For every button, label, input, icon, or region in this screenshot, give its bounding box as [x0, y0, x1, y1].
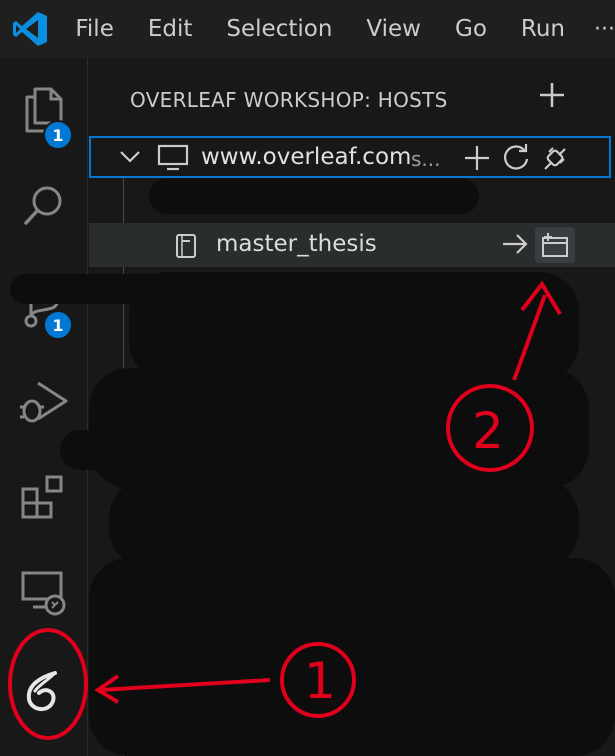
panel-title: OVERLEAF WORKSHOP: HOSTS — [130, 88, 448, 112]
overleaf-hosts-panel: OVERLEAF WORKSHOP: HOSTS www.overleaf.co… — [89, 58, 615, 756]
open-in-new-window-button[interactable] — [535, 227, 575, 263]
menu-run[interactable]: Run — [504, 0, 582, 58]
monitor-icon — [157, 144, 189, 171]
redaction-scribble — [89, 558, 615, 756]
add-host-plus-icon[interactable] — [537, 80, 567, 110]
project-row-selected[interactable]: master_thesis — [89, 223, 615, 267]
menu-view[interactable]: View — [349, 0, 438, 58]
menu-selection[interactable]: Selection — [209, 0, 349, 58]
explorer-button[interactable]: 1 — [0, 66, 88, 154]
redaction-scribble — [109, 478, 579, 568]
host-label: www.overleaf.com — [201, 144, 412, 170]
project-book-icon — [176, 234, 196, 258]
source-control-badge: 1 — [43, 310, 73, 340]
redaction-scribble — [10, 274, 190, 304]
explorer-badge: 1 — [43, 120, 73, 150]
new-window-icon — [542, 233, 568, 257]
menu-go[interactable]: Go — [438, 0, 504, 58]
redaction-scribble — [149, 178, 479, 214]
logout-plug-icon[interactable] — [539, 143, 571, 173]
overleaf-workshop-button[interactable] — [0, 648, 88, 736]
new-project-plus-icon[interactable] — [463, 144, 491, 172]
extensions-icon — [21, 475, 63, 519]
search-icon — [24, 186, 62, 225]
menu-more-icon[interactable]: ··· — [594, 17, 615, 42]
remote-explorer-icon — [21, 571, 66, 616]
remote-explorer-button[interactable] — [0, 548, 88, 636]
overleaf-leaf-icon — [26, 671, 57, 711]
redaction-scribble — [89, 368, 589, 488]
vscode-logo-icon[interactable] — [0, 0, 59, 58]
open-project-arrow-icon[interactable] — [500, 229, 530, 259]
menu-edit[interactable]: Edit — [131, 0, 210, 58]
activity-bar: 1 1 — [0, 58, 88, 756]
chevron-down-icon[interactable] — [119, 150, 141, 164]
menu-bar: File Edit Selection View Go Run ··· — [0, 0, 615, 58]
menu-file[interactable]: File — [59, 0, 131, 58]
host-row[interactable]: www.overleaf.com s... — [89, 136, 611, 178]
run-debug-icon — [20, 381, 68, 423]
project-label: master_thesis — [216, 231, 377, 257]
search-button[interactable] — [0, 162, 88, 250]
refresh-icon[interactable] — [501, 143, 531, 173]
redaction-scribble — [129, 272, 579, 382]
redaction-scribble — [60, 430, 220, 470]
host-description: s... — [411, 147, 441, 171]
